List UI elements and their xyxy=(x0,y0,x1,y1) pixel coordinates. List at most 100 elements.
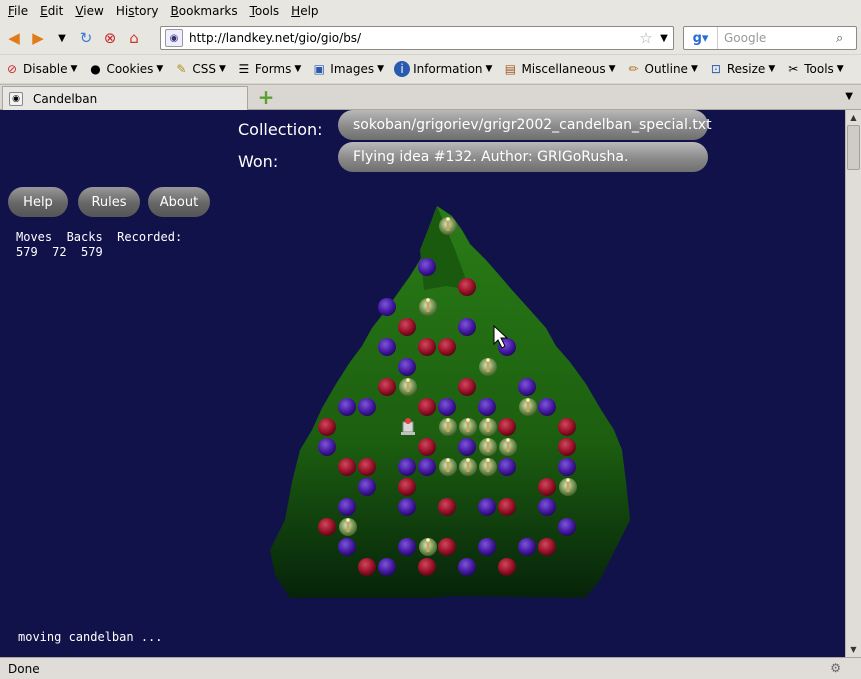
purple-ornament[interactable] xyxy=(458,318,476,336)
menu-file[interactable]: File xyxy=(2,0,34,22)
purple-ornament[interactable] xyxy=(518,538,536,556)
red-ornament[interactable] xyxy=(398,478,416,496)
purple-ornament[interactable] xyxy=(458,438,476,456)
red-ornament[interactable] xyxy=(538,478,556,496)
site-identity-icon[interactable]: ◉ xyxy=(165,29,183,47)
red-ornament[interactable] xyxy=(418,398,436,416)
purple-ornament[interactable] xyxy=(538,498,556,516)
purple-ornament[interactable] xyxy=(378,338,396,356)
purple-ornament[interactable] xyxy=(418,258,436,276)
candle-ornament[interactable] xyxy=(459,418,477,436)
back-arrow-icon[interactable]: ◀ xyxy=(2,26,26,50)
url-text[interactable]: http://landkey.net/gio/gio/bs/ xyxy=(189,31,637,45)
purple-ornament[interactable] xyxy=(478,498,496,516)
purple-ornament[interactable] xyxy=(458,558,476,576)
purple-ornament[interactable] xyxy=(338,498,356,516)
devbar-outline[interactable]: ✏ Outline ▼ xyxy=(626,61,697,77)
bookmark-star-icon[interactable]: ☆ xyxy=(637,29,655,47)
devbar-cookies[interactable]: ● Cookies ▼ xyxy=(87,61,163,77)
purple-ornament[interactable] xyxy=(418,458,436,476)
red-ornament[interactable] xyxy=(458,278,476,296)
candle-ornament[interactable] xyxy=(559,478,577,496)
devbar-tools[interactable]: ✂ Tools ▼ xyxy=(785,61,844,77)
red-ornament[interactable] xyxy=(558,438,576,456)
help-button[interactable]: Help xyxy=(8,187,68,217)
red-ornament[interactable] xyxy=(418,558,436,576)
purple-ornament[interactable] xyxy=(398,358,416,376)
purple-ornament[interactable] xyxy=(498,458,516,476)
devbar-disable[interactable]: ⊘ Disable ▼ xyxy=(4,61,77,77)
purple-ornament[interactable] xyxy=(478,538,496,556)
purple-ornament[interactable] xyxy=(398,538,416,556)
won-value[interactable]: Flying idea #132. Author: GRIGoRusha. xyxy=(338,142,708,172)
red-ornament[interactable] xyxy=(458,378,476,396)
menu-bookmarks[interactable]: Bookmarks xyxy=(165,0,244,22)
new-tab-plus-icon[interactable]: + xyxy=(257,87,275,107)
scroll-thumb[interactable] xyxy=(847,125,860,170)
collection-value[interactable]: sokoban/grigoriev/grigr2002_candelban_sp… xyxy=(338,110,712,140)
red-ornament[interactable] xyxy=(438,498,456,516)
candle-ornament[interactable] xyxy=(419,538,437,556)
tab-list-dropdown-icon[interactable]: ▼ xyxy=(845,91,853,102)
red-ornament[interactable] xyxy=(358,558,376,576)
purple-ornament[interactable] xyxy=(558,518,576,536)
red-ornament[interactable] xyxy=(338,458,356,476)
candle-ornament[interactable] xyxy=(519,398,537,416)
url-dropdown-icon[interactable]: ▼ xyxy=(655,33,673,44)
red-ornament[interactable] xyxy=(318,418,336,436)
red-ornament[interactable] xyxy=(438,538,456,556)
candle-ornament[interactable] xyxy=(399,378,417,396)
menu-help[interactable]: Help xyxy=(285,0,324,22)
candle-ornament[interactable] xyxy=(499,438,517,456)
purple-ornament[interactable] xyxy=(538,398,556,416)
devbar-resize[interactable]: ⊡ Resize ▼ xyxy=(708,61,775,77)
history-dropdown-icon[interactable]: ▼ xyxy=(50,26,74,50)
menu-history[interactable]: History xyxy=(110,0,165,22)
candle-ornament[interactable] xyxy=(339,518,357,536)
purple-ornament[interactable] xyxy=(338,398,356,416)
devbar-images[interactable]: ▣ Images ▼ xyxy=(311,61,384,77)
candle-ornament[interactable] xyxy=(479,418,497,436)
red-ornament[interactable] xyxy=(398,318,416,336)
tab-candelban[interactable]: ◉ Candelban xyxy=(2,86,248,110)
rules-button[interactable]: Rules xyxy=(78,187,140,217)
purple-ornament[interactable] xyxy=(358,478,376,496)
forward-arrow-icon[interactable]: ▶ xyxy=(26,26,50,50)
red-ornament[interactable] xyxy=(358,458,376,476)
purple-ornament[interactable] xyxy=(398,498,416,516)
red-ornament[interactable] xyxy=(318,518,336,536)
devbar-miscellaneous[interactable]: ▤ Miscellaneous ▼ xyxy=(502,61,616,77)
devbar-css[interactable]: ✎ CSS ▼ xyxy=(173,61,226,77)
scroll-down-icon[interactable]: ▼ xyxy=(846,642,861,657)
vertical-scrollbar[interactable]: ▲ ▼ xyxy=(845,110,861,657)
purple-ornament[interactable] xyxy=(378,558,396,576)
search-bar[interactable]: g▾ Google ⌕ xyxy=(683,26,857,50)
candle-ornament[interactable] xyxy=(479,458,497,476)
home-icon[interactable]: ⌂ xyxy=(122,26,146,50)
purple-ornament[interactable] xyxy=(398,458,416,476)
url-bar[interactable]: ◉ http://landkey.net/gio/gio/bs/ ☆ ▼ xyxy=(160,26,674,50)
red-ornament[interactable] xyxy=(498,558,516,576)
red-ornament[interactable] xyxy=(498,498,516,516)
candle-ornament[interactable] xyxy=(439,217,457,235)
red-ornament[interactable] xyxy=(438,338,456,356)
devbar-information[interactable]: i Information ▼ xyxy=(394,61,492,77)
google-engine-icon[interactable]: g▾ xyxy=(684,27,718,49)
red-ornament[interactable] xyxy=(498,418,516,436)
purple-ornament[interactable] xyxy=(318,438,336,456)
candle-ornament[interactable] xyxy=(479,358,497,376)
menu-tools[interactable]: Tools xyxy=(244,0,286,22)
addon-status-icon[interactable]: ⚙ xyxy=(830,661,841,675)
stop-icon[interactable]: ⊗ xyxy=(98,26,122,50)
devbar-forms[interactable]: ☰ Forms ▼ xyxy=(236,61,302,77)
reload-icon[interactable]: ↻ xyxy=(74,26,98,50)
red-ornament[interactable] xyxy=(418,438,436,456)
candle-ornament[interactable] xyxy=(479,438,497,456)
purple-ornament[interactable] xyxy=(438,398,456,416)
candle-ornament[interactable] xyxy=(419,298,437,316)
purple-ornament[interactable] xyxy=(518,378,536,396)
candle-ornament[interactable] xyxy=(439,418,457,436)
candle-ornament[interactable] xyxy=(439,458,457,476)
menu-view[interactable]: View xyxy=(69,0,109,22)
purple-ornament[interactable] xyxy=(378,298,396,316)
